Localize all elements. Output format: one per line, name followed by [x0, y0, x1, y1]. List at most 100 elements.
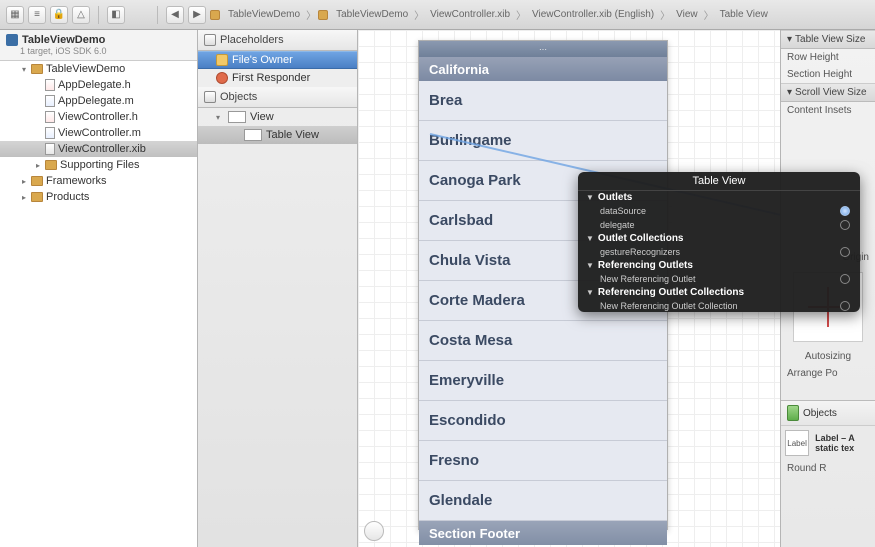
table-row[interactable]: Costa Mesa — [419, 321, 667, 361]
table-row[interactable]: Burlingame — [419, 121, 667, 161]
popover-connection-row[interactable]: New Referencing Outlet Collection — [578, 299, 860, 313]
tree-label: TableViewDemo — [46, 63, 125, 75]
folder-icon — [31, 192, 43, 202]
table-section-footer: Section Footer — [419, 521, 667, 545]
toolbar-btn-warning[interactable]: △ — [72, 6, 90, 24]
breadcrumb: TableViewDemo 〉 TableViewDemo 〉 ViewCont… — [210, 7, 869, 22]
outline-placeholder-item[interactable]: File's Owner — [198, 51, 357, 69]
breadcrumb-item[interactable]: ViewController.xib — [426, 7, 514, 22]
disclosure-icon[interactable]: ▸ — [20, 193, 28, 202]
toolbar-separator — [98, 6, 99, 24]
toolbar-btn-grid[interactable]: ▦ — [6, 6, 24, 24]
project-name: TableViewDemo — [22, 34, 105, 46]
tree-file[interactable]: AppDelegate.h — [0, 77, 197, 93]
breadcrumb-item[interactable]: TableViewDemo — [332, 7, 412, 22]
outline-label: File's Owner — [232, 54, 293, 66]
disclosure-icon: ▼ — [586, 234, 594, 243]
section-label: Table View Size — [795, 34, 865, 45]
toolbar-btn-list[interactable]: ≡ — [28, 6, 46, 24]
tree-folder[interactable]: ▸ Supporting Files — [0, 157, 197, 173]
arrange-row[interactable]: Arrange Po — [781, 365, 875, 382]
disclosure-icon: ▼ — [586, 193, 594, 202]
breadcrumb-item[interactable]: TableViewDemo — [224, 7, 304, 22]
breadcrumb-item[interactable]: ViewController.xib (English) — [528, 7, 658, 22]
popover-connection-row[interactable]: dataSource — [578, 204, 860, 218]
connection-socket-icon[interactable] — [840, 206, 850, 216]
table-section-header: California — [419, 57, 667, 81]
tree-file[interactable]: ViewController.h — [0, 109, 197, 125]
connection-socket-icon[interactable] — [840, 301, 850, 311]
popover-section-header[interactable]: ▼Referencing Outlets — [578, 259, 860, 272]
tree-folder[interactable]: ▸Frameworks — [0, 173, 197, 189]
history-back-button[interactable]: ◀ — [166, 6, 184, 24]
chevron-right-icon: 〉 — [704, 7, 714, 22]
outline-label: View — [250, 111, 274, 123]
disclosure-icon[interactable]: ▸ — [34, 161, 42, 170]
popover-connection-row[interactable]: New Referencing Outlet — [578, 272, 860, 286]
toolbar-btn-tag[interactable]: ◧ — [107, 6, 125, 24]
popover-connection-row[interactable]: delegate — [578, 218, 860, 232]
tree-folder[interactable]: ▾ TableViewDemo — [0, 61, 197, 77]
disclosure-icon: ▾ — [787, 87, 792, 98]
disclosure-icon[interactable]: ▸ — [20, 177, 28, 186]
cube-icon — [204, 91, 216, 103]
table-row[interactable]: Emeryville — [419, 361, 667, 401]
owner-icon — [216, 54, 228, 66]
toolbar-btn-lock[interactable]: 🔒 — [50, 6, 68, 24]
disclosure-icon[interactable]: ▾ — [20, 65, 28, 74]
popover-section-label: Referencing Outlets — [598, 260, 693, 271]
outline-object-item[interactable]: Table View — [198, 126, 357, 144]
folder-icon — [210, 10, 220, 20]
file-icon — [45, 143, 55, 155]
chevron-right-icon: 〉 — [660, 7, 670, 22]
breadcrumb-item[interactable]: Table View — [716, 7, 772, 22]
objects-library-bar[interactable]: Objects — [781, 400, 875, 425]
popover-connection-row[interactable]: gestureRecognizers — [578, 245, 860, 259]
table-row[interactable]: Escondido — [419, 401, 667, 441]
disclosure-icon: ▾ — [787, 34, 792, 45]
table-row[interactable]: Brea — [419, 81, 667, 121]
arrange-label: Arrange — [787, 368, 823, 379]
breadcrumb-item[interactable]: View — [672, 7, 702, 22]
project-subtitle: 1 target, iOS SDK 6.0 — [20, 46, 191, 56]
disclosure-icon[interactable]: ▾ — [216, 113, 224, 122]
tree-file[interactable]: ViewController.m — [0, 125, 197, 141]
tree-file[interactable]: AppDelegate.m — [0, 93, 197, 109]
toolbar-separator-2 — [157, 6, 158, 24]
scroll-view-size-header[interactable]: ▾Scroll View Size — [781, 83, 875, 102]
outline-label: First Responder — [232, 72, 310, 84]
table-row[interactable]: Fresno — [419, 441, 667, 481]
history-forward-button[interactable]: ▶ — [188, 6, 206, 24]
file-icon — [45, 95, 55, 107]
top-toolbar: ▦ ≡ 🔒 △ ◧ ◀ ▶ TableViewDemo 〉 TableViewD… — [0, 0, 875, 30]
connection-socket-icon[interactable] — [840, 247, 850, 257]
popover-title: Table View — [578, 172, 860, 191]
canvas-toggle-button[interactable] — [364, 521, 384, 541]
tree-label: AppDelegate.h — [58, 79, 131, 91]
tree-file[interactable]: ViewController.xib — [0, 141, 197, 157]
popover-section-header[interactable]: ▼Outlet Collections — [578, 232, 860, 245]
outline-placeholder-item[interactable]: First Responder — [198, 69, 357, 87]
folder-icon — [45, 160, 57, 170]
popover-section-header[interactable]: ▼ Outlets — [578, 191, 860, 204]
autosizing-label: Autosizing — [781, 348, 875, 365]
tree-label: AppDelegate.m — [58, 95, 134, 107]
outline-object-item[interactable]: ▾ View — [198, 108, 357, 126]
tree-label: Products — [46, 191, 89, 203]
tree-label: ViewController.h — [58, 111, 138, 123]
tree-folder[interactable]: ▸ Products — [0, 189, 197, 205]
popover-section-label: Outlets — [598, 192, 632, 203]
project-header[interactable]: TableViewDemo 1 target, iOS SDK 6.0 — [0, 30, 197, 61]
table-row[interactable]: Glendale — [419, 481, 667, 521]
library-item-label[interactable]: Label Label – A static tex — [781, 425, 875, 460]
table-view-size-header[interactable]: ▾Table View Size — [781, 30, 875, 49]
connections-popover[interactable]: Table View ▼ OutletsdataSourcedelegate▼Ou… — [578, 172, 860, 312]
object-swatch-icon — [787, 405, 799, 421]
folder-icon — [31, 176, 43, 186]
connection-socket-icon[interactable] — [840, 220, 850, 230]
tree-label: Supporting Files — [60, 159, 140, 171]
objects-label: Objects — [220, 91, 257, 103]
popover-section-header[interactable]: ▼Referencing Outlet Collections — [578, 286, 860, 299]
project-tree[interactable]: ▾ TableViewDemo AppDelegate.h AppDelegate.m… — [0, 61, 197, 547]
connection-socket-icon[interactable] — [840, 274, 850, 284]
